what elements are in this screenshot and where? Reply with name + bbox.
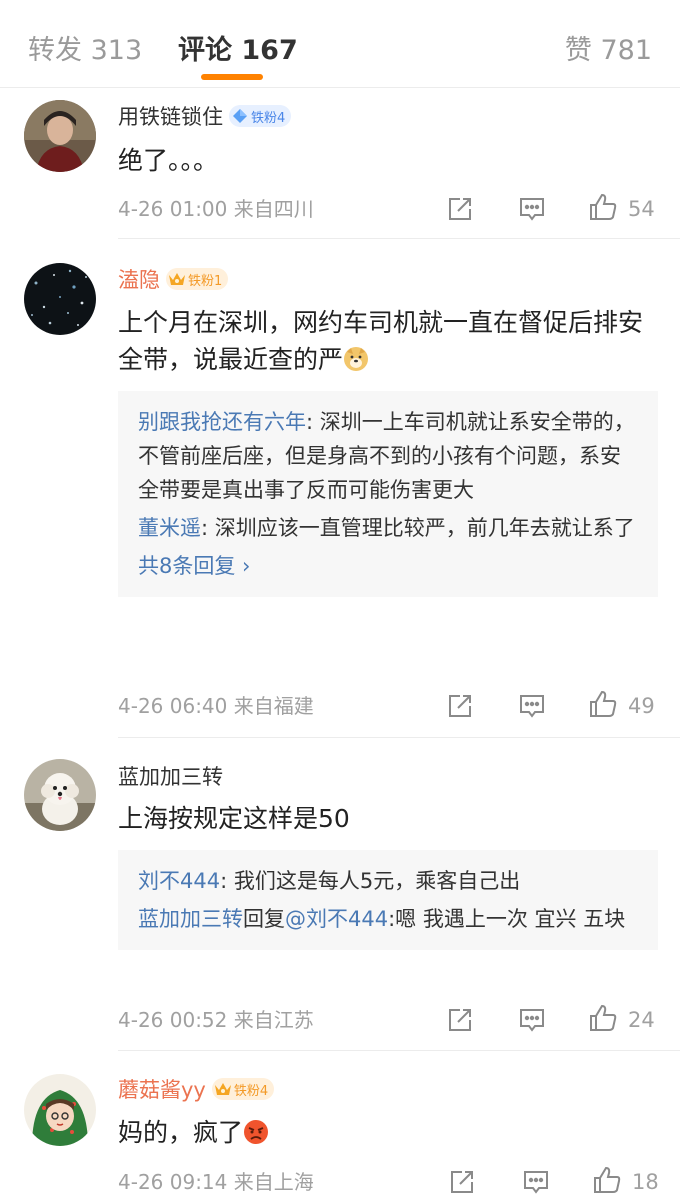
thumbs-up-icon [592, 1165, 622, 1199]
angry-emoji-icon [243, 1118, 269, 1144]
comment-meta: 4-26 01:00 来自四川 [118, 193, 314, 225]
share-icon[interactable] [446, 1006, 474, 1034]
comment-text: 妈的，疯了 [118, 1114, 648, 1151]
comment-tabs: 转发 313 评论 167 赞 781 [0, 0, 680, 88]
reply-item: 别跟我抢还有六年: 深圳一上车司机就让系安全带的，不管前座后座，但是身高不到的小… [138, 405, 638, 507]
fan-badge: 铁粉1 [166, 268, 229, 290]
comment-location: 来自福建 [233, 694, 314, 718]
like-button[interactable]: 54 [588, 193, 655, 225]
reply-item: 董米遥: 深圳应该一直管理比较严，前几年去就让系了 [138, 511, 638, 545]
comment-location: 来自江苏 [233, 1008, 314, 1032]
tab-likes[interactable]: 赞 781 [565, 28, 652, 67]
divider [118, 1050, 680, 1051]
like-count: 54 [628, 197, 655, 221]
fan-badge-label: 铁粉4 [251, 110, 286, 126]
divider [0, 87, 680, 88]
comment-icon[interactable] [518, 692, 546, 720]
reply-item: 刘不444: 我们这是每人5元，乘客自己出 [138, 864, 638, 898]
like-button[interactable]: 18 [592, 1166, 659, 1198]
comment-text: 上个月在深圳，网约车司机就一直在督促后排安全带，说最近查的严 [118, 304, 648, 378]
divider [118, 737, 680, 738]
reply-username[interactable]: 蓝加加三转 [138, 907, 243, 931]
reply-text: : 深圳应该一直管理比较严，前几年去就让系了 [201, 516, 635, 540]
comment-text-content: 妈的，疯了 [118, 1118, 244, 1147]
username[interactable]: 溘隐 [118, 264, 160, 294]
avatar[interactable] [24, 263, 96, 335]
comment-time: 4-26 09:14 [118, 1170, 228, 1194]
comment-meta: 4-26 06:40 来自福建 [118, 690, 314, 722]
like-count: 49 [628, 694, 655, 718]
username-row: 蓝加加三转 [118, 761, 223, 791]
avatar[interactable] [24, 100, 96, 172]
tab-repost[interactable]: 转发 313 [28, 28, 142, 67]
crown-icon [166, 268, 188, 290]
username[interactable]: 用铁链锁住 [118, 101, 223, 131]
mention-link[interactable]: @刘不444 [285, 907, 388, 931]
like-count: 24 [628, 1008, 655, 1032]
comment-footer: 4-26 01:00 来自四川 54 [118, 193, 658, 225]
comment-time: 4-26 01:00 [118, 197, 228, 221]
doge-emoji-icon [343, 345, 369, 371]
reply-username[interactable]: 董米遥 [138, 516, 201, 540]
comment-location: 来自上海 [233, 1170, 314, 1194]
divider [118, 238, 680, 239]
like-button[interactable]: 49 [588, 690, 655, 722]
thumbs-up-icon [588, 192, 618, 226]
reply-preview-box[interactable]: 刘不444: 我们这是每人5元，乘客自己出 蓝加加三转回复@刘不444:嗯 我遇… [118, 850, 658, 950]
comment-meta: 4-26 09:14 来自上海 [118, 1166, 314, 1198]
reply-text: : 我们这是每人5元，乘客自己出 [220, 869, 521, 893]
comment-location: 来自四川 [233, 197, 314, 221]
comment-icon[interactable] [518, 1006, 546, 1034]
username[interactable]: 蘑菇酱yy [118, 1074, 206, 1104]
comment-meta: 4-26 00:52 来自江苏 [118, 1004, 314, 1036]
like-count: 18 [632, 1170, 659, 1194]
comment-text: 绝了。。。 [118, 146, 219, 175]
reply-text: :嗯 我遇上一次 宜兴 五块 [388, 907, 626, 931]
share-icon[interactable] [446, 692, 474, 720]
username-row: 用铁链锁住 铁粉4 [118, 101, 292, 131]
reply-to-label: 回复 [243, 907, 285, 931]
username-row: 溘隐 铁粉1 [118, 264, 229, 294]
comment-footer: 4-26 09:14 来自上海 18 [118, 1166, 659, 1198]
comment-text: 上海按规定这样是50 [118, 804, 350, 833]
fan-badge: 铁粉4 [229, 105, 292, 127]
avatar[interactable] [24, 759, 96, 831]
comment-icon[interactable] [518, 195, 546, 223]
username-row: 蘑菇酱yy 铁粉4 [118, 1074, 275, 1104]
fan-badge: 铁粉4 [211, 1078, 275, 1100]
view-more-replies-link[interactable]: 共8条回复 › [138, 549, 638, 583]
like-button[interactable]: 24 [588, 1004, 655, 1036]
reply-item: 蓝加加三转回复@刘不444:嗯 我遇上一次 宜兴 五块 [138, 902, 638, 936]
reply-username[interactable]: 刘不444 [138, 869, 220, 893]
comment-text-content: 上个月在深圳，网约车司机就一直在督促后排安全带，说最近查的严 [118, 308, 644, 374]
active-tab-indicator [201, 74, 263, 80]
comment-time: 4-26 06:40 [118, 694, 228, 718]
fan-badge-label: 铁粉1 [188, 273, 223, 289]
crown-icon [212, 1078, 234, 1100]
share-icon[interactable] [448, 1168, 476, 1196]
username[interactable]: 蓝加加三转 [118, 761, 223, 791]
diamond-icon [229, 105, 251, 127]
thumbs-up-icon [588, 689, 618, 723]
tab-comments[interactable]: 评论 167 [178, 28, 298, 67]
avatar[interactable] [24, 1074, 96, 1146]
reply-username[interactable]: 别跟我抢还有六年 [138, 410, 306, 434]
share-icon[interactable] [446, 195, 474, 223]
reply-preview-box[interactable]: 别跟我抢还有六年: 深圳一上车司机就让系安全带的，不管前座后座，但是身高不到的小… [118, 391, 658, 597]
comment-footer: 4-26 00:52 来自江苏 24 [118, 1004, 658, 1036]
comment-icon[interactable] [522, 1168, 550, 1196]
comment-time: 4-26 00:52 [118, 1008, 228, 1032]
fan-badge-label: 铁粉4 [233, 1083, 269, 1099]
comment-footer: 4-26 06:40 来自福建 49 [118, 690, 658, 722]
thumbs-up-icon [588, 1003, 618, 1037]
